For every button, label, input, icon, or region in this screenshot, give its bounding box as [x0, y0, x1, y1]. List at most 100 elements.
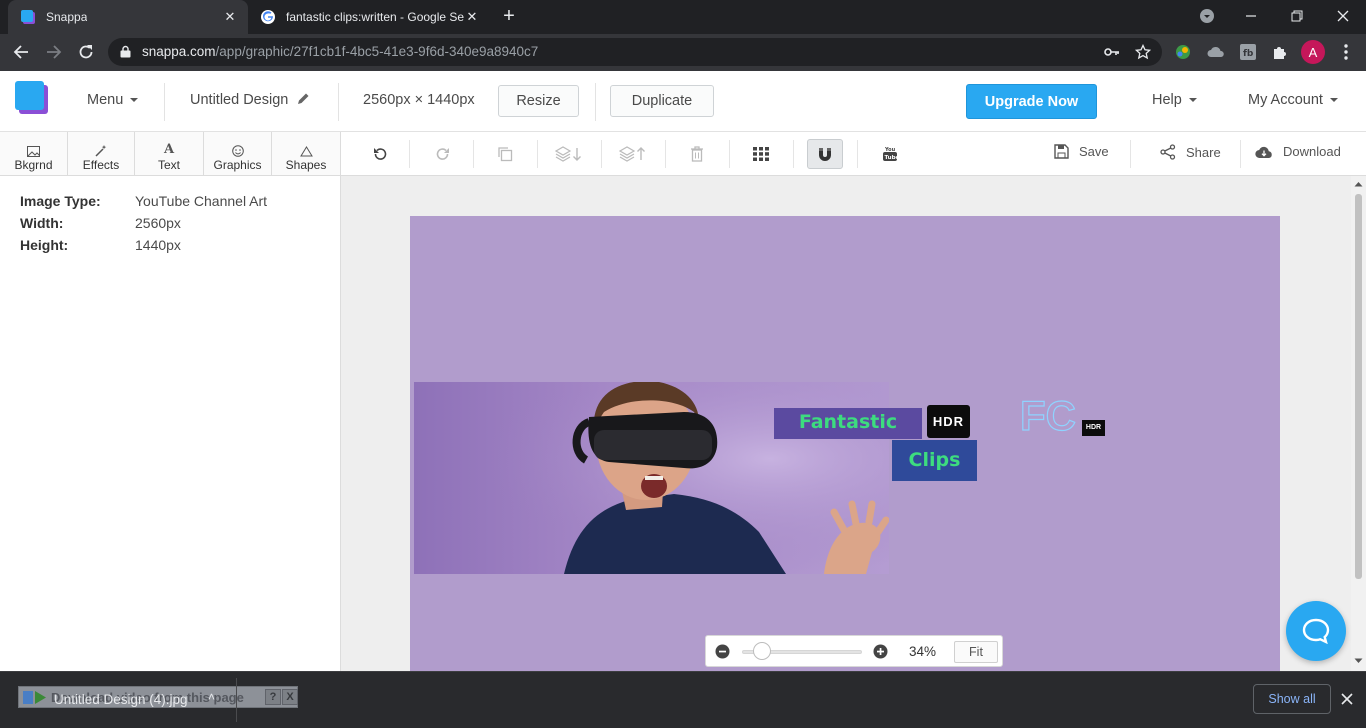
youtube-icon[interactable]: Tube You: [874, 139, 906, 169]
divider: [729, 140, 730, 168]
pencil-icon: [298, 93, 309, 104]
left-tab-bar: Bkgrnd Effects A Text Graphics Shapes: [0, 132, 340, 176]
extensions-puzzle-icon[interactable]: [1270, 42, 1290, 62]
send-backward-icon[interactable]: [553, 139, 585, 169]
download-button[interactable]: Download: [1255, 144, 1341, 159]
download-item[interactable]: Download video from this page ? X Untitl…: [18, 686, 298, 710]
minimize-icon[interactable]: [1228, 0, 1274, 32]
undo-icon[interactable]: [364, 139, 396, 169]
zoom-out-icon[interactable]: [715, 644, 730, 659]
caret-down-icon: [130, 98, 139, 103]
tab-title: fantastic clips:written - Google Se: [286, 10, 464, 24]
close-window-icon[interactable]: [1320, 0, 1366, 32]
tab-effects[interactable]: Effects: [68, 132, 135, 175]
magnet-snap-icon[interactable]: [807, 139, 843, 169]
height-row: Height: 1440px: [20, 237, 181, 253]
restore-icon[interactable]: [1274, 0, 1320, 32]
text-icon: A: [163, 142, 175, 157]
editor-toolbar: Tube You Save Share Download: [341, 132, 1366, 176]
share-button[interactable]: Share: [1160, 144, 1221, 160]
artboard[interactable]: Fantastic HDR Clips FC HDR: [410, 216, 1280, 671]
chevron-up-icon[interactable]: ˄: [208, 690, 215, 704]
scroll-down-icon[interactable]: [1354, 658, 1363, 664]
play-arrow-icon: [23, 691, 46, 704]
fc-logo-letters: FC: [1020, 393, 1076, 438]
my-account-dropdown[interactable]: My Account: [1248, 92, 1338, 108]
fit-button[interactable]: Fit: [954, 641, 998, 663]
text-fantastic[interactable]: Fantastic: [774, 408, 922, 439]
bookmark-star-icon[interactable]: [1135, 44, 1151, 60]
help-icon[interactable]: ?: [265, 689, 281, 705]
tab-graphics[interactable]: Graphics: [204, 132, 272, 175]
close-tab-icon[interactable]: ✕: [222, 9, 238, 25]
divider: [595, 83, 596, 121]
snappa-logo[interactable]: [15, 81, 49, 115]
bring-forward-icon[interactable]: [617, 139, 649, 169]
svg-text:Tube: Tube: [885, 155, 899, 161]
key-icon[interactable]: [1104, 46, 1120, 58]
wand-icon: [68, 137, 134, 157]
browser-tab-strip: Snappa ✕ fantastic clips:written - Googl…: [0, 0, 1366, 34]
hdr-small-badge[interactable]: HDR: [1082, 420, 1105, 436]
divider: [857, 140, 858, 168]
tab-search-icon[interactable]: [1184, 0, 1230, 32]
extension-fb-icon[interactable]: fb: [1238, 42, 1258, 62]
close-popup-icon[interactable]: X: [282, 689, 298, 705]
chat-support-button[interactable]: [1286, 601, 1346, 661]
forward-icon[interactable]: [39, 37, 69, 67]
show-all-button[interactable]: Show all: [1253, 684, 1331, 714]
save-button[interactable]: Save: [1054, 144, 1109, 159]
upgrade-now-button[interactable]: Upgrade Now: [966, 84, 1097, 119]
floppy-disk-icon: [1054, 144, 1069, 159]
canvas-dimensions: 2560px × 1440px: [363, 92, 475, 108]
caret-down-icon: [1329, 98, 1338, 103]
scrollbar-thumb[interactable]: [1355, 194, 1362, 579]
smiley-icon: [204, 137, 271, 157]
profile-avatar[interactable]: A: [1301, 40, 1325, 64]
divider: [537, 140, 538, 168]
tab-snappa[interactable]: Snappa ✕: [8, 0, 248, 34]
back-icon[interactable]: [6, 37, 36, 67]
divider: [236, 678, 237, 722]
tab-text[interactable]: A Text: [135, 132, 204, 175]
reload-icon[interactable]: [71, 37, 101, 67]
tab-shapes[interactable]: Shapes: [272, 132, 340, 175]
download-shelf: Download video from this page ? X Untitl…: [0, 671, 1366, 728]
zoom-in-icon[interactable]: [873, 644, 888, 659]
extension-cloud-icon[interactable]: [1206, 42, 1226, 62]
help-dropdown[interactable]: Help: [1152, 92, 1197, 108]
scroll-up-icon[interactable]: [1354, 181, 1363, 187]
svg-text:You: You: [884, 147, 896, 153]
design-title[interactable]: Untitled Design: [190, 92, 310, 108]
trash-icon[interactable]: [681, 139, 713, 169]
new-tab-button[interactable]: +: [490, 0, 528, 32]
left-panel: Bkgrnd Effects A Text Graphics Shapes Im…: [0, 132, 341, 671]
image-type-row: Image Type: YouTube Channel Art: [20, 193, 268, 209]
tab-background[interactable]: Bkgrnd: [0, 132, 68, 175]
close-shelf-icon[interactable]: [1338, 690, 1356, 708]
menu-dropdown[interactable]: Menu: [87, 92, 139, 108]
hdr-badge[interactable]: HDR: [927, 405, 970, 438]
vertical-scrollbar[interactable]: [1351, 176, 1366, 671]
width-row: Width: 2560px: [20, 215, 181, 231]
duplicate-button[interactable]: Duplicate: [610, 85, 714, 117]
extension-globe-icon[interactable]: [1173, 42, 1193, 62]
browser-menu-icon[interactable]: [1336, 42, 1356, 62]
image-icon: [0, 137, 67, 157]
tab-google-search[interactable]: fantastic clips:written - Google Se ✕: [248, 0, 490, 34]
grid-icon[interactable]: [745, 139, 777, 169]
close-tab-icon[interactable]: ✕: [464, 9, 480, 25]
redo-icon[interactable]: [427, 139, 459, 169]
divider: [473, 140, 474, 168]
text-clips[interactable]: Clips: [892, 440, 977, 481]
canvas-workspace[interactable]: Fantastic HDR Clips FC HDR 34% Fit: [341, 176, 1351, 671]
divider: [164, 83, 165, 121]
divider: [793, 140, 794, 168]
zoom-slider-handle[interactable]: [753, 642, 771, 660]
resize-button[interactable]: Resize: [498, 85, 579, 117]
divider: [1130, 140, 1131, 168]
svg-text:fb: fb: [1243, 49, 1254, 59]
divider: [409, 140, 410, 168]
copy-icon[interactable]: [489, 139, 521, 169]
address-bar[interactable]: snappa.com/app/graphic/27f1cb1f-4bc5-41e…: [108, 38, 1162, 66]
